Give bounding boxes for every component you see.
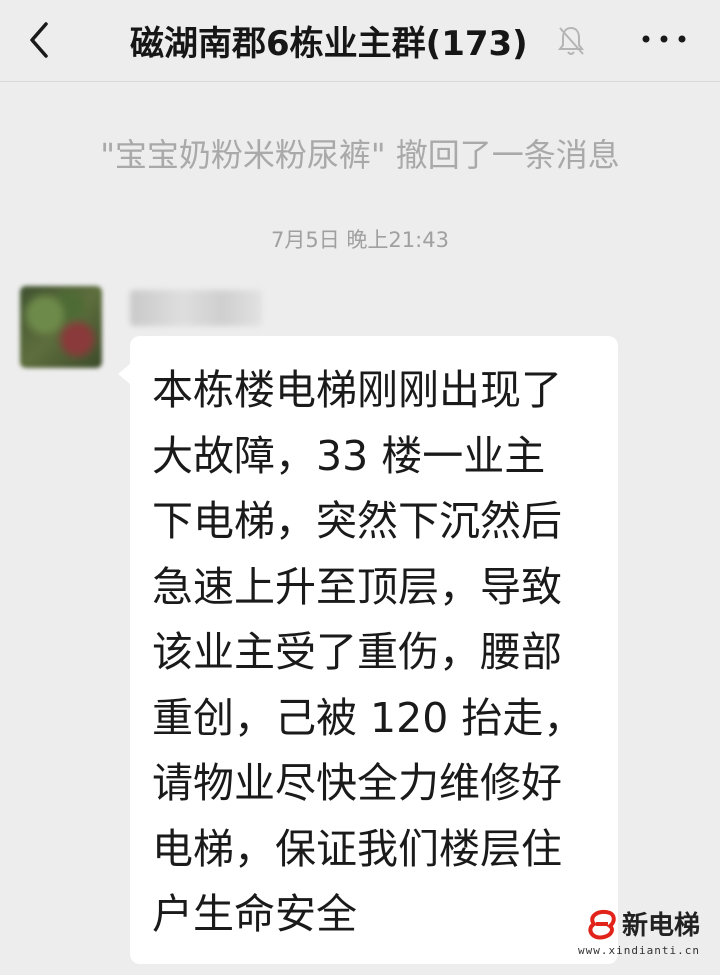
message-bubble[interactable]: 本栋楼电梯刚刚出现了 大故障，33 楼一业主 下电梯，突然下沉然后 急速上升至顶…: [118, 336, 618, 964]
message-timestamp: 7月5日 晚上21:43: [271, 228, 449, 252]
sender-name-blurred: [130, 290, 262, 326]
chat-header: 磁湖南郡6栋业主群(173): [0, 0, 720, 82]
chat-title: 磁湖南郡6栋业主群(173): [130, 24, 528, 64]
watermark: 新电梯 www.xindianti.cn: [578, 905, 700, 957]
xindianti-logo-icon: [588, 909, 616, 939]
more-horizontal-icon[interactable]: [640, 32, 688, 46]
sender-avatar[interactable]: [20, 286, 102, 368]
recall-notice: "宝宝奶粉米粉尿裤" 撤回了一条消息: [100, 136, 620, 174]
watermark-title: 新电梯: [621, 911, 700, 941]
bell-off-icon: [558, 26, 584, 55]
watermark-url: www.xindianti.cn: [578, 944, 700, 957]
chevron-left-icon[interactable]: [24, 20, 54, 60]
message-text: 本栋楼电梯刚刚出现了 大故障，33 楼一业主 下电梯，突然下沉然后 急速上升至顶…: [152, 366, 585, 938]
